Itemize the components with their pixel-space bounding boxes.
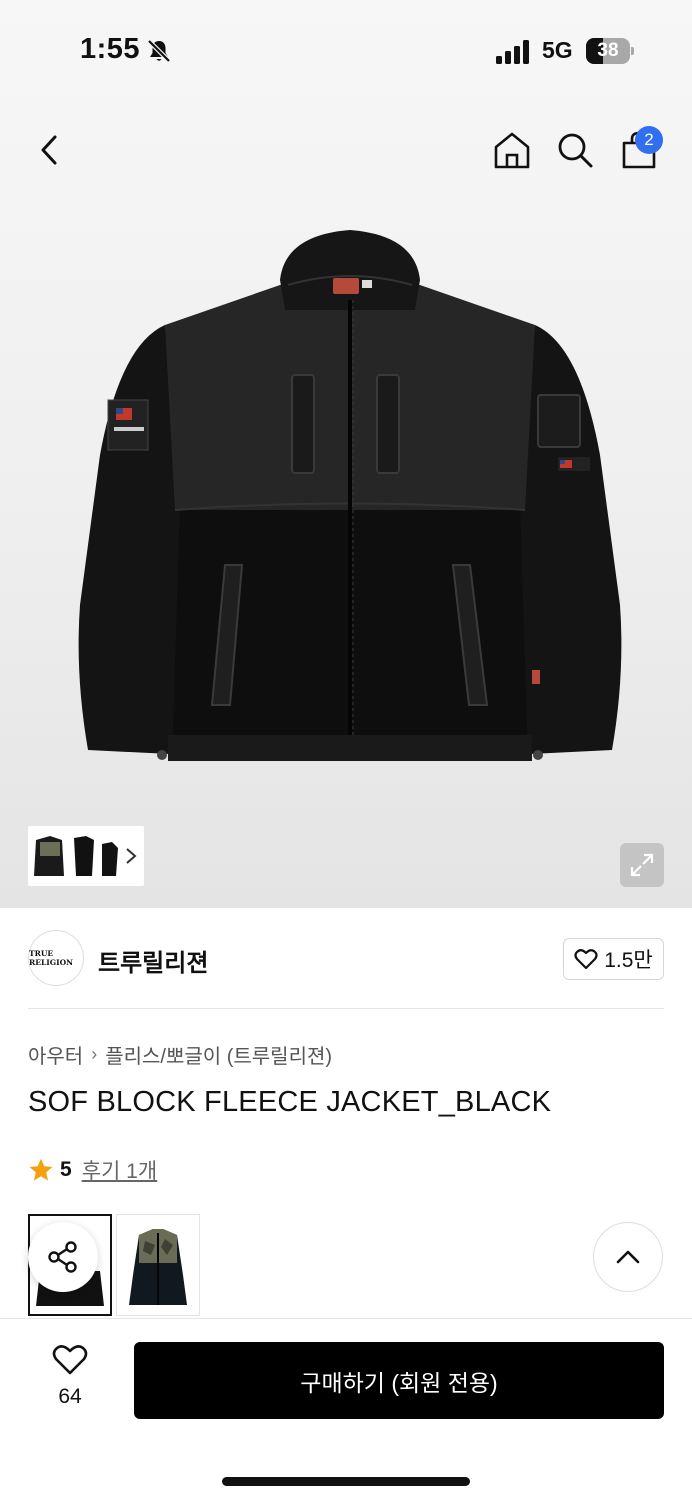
chevron-up-icon xyxy=(616,1250,640,1264)
heart-icon xyxy=(574,949,598,970)
battery-icon: 38 xyxy=(586,38,634,64)
chevron-right-icon xyxy=(126,848,137,864)
breadcrumb-category[interactable]: 아우터 xyxy=(28,1040,83,1069)
home-button[interactable] xyxy=(487,125,537,175)
wishlist-button[interactable]: 64 xyxy=(36,1344,104,1409)
review-link[interactable]: 후기 1개 xyxy=(82,1155,157,1185)
network-type: 5G xyxy=(542,37,573,63)
breadcrumb-subcategory[interactable]: 플리스/뽀글이 (트루릴리젼) xyxy=(105,1040,332,1069)
product-title: SOF BLOCK FLEECE JACKET_BLACK xyxy=(28,1086,552,1118)
brand-like-count: 1.5만 xyxy=(604,949,653,972)
brand-name[interactable]: 트루릴리젼 xyxy=(98,943,208,978)
search-icon xyxy=(558,133,593,168)
rating-score: 5 xyxy=(60,1158,72,1181)
status-time: 1:55 xyxy=(80,33,141,65)
heart-icon xyxy=(52,1345,88,1375)
buy-button[interactable]: 구매하기 (회원 전용) xyxy=(134,1342,664,1419)
scroll-top-button[interactable] xyxy=(593,1222,663,1292)
home-indicator xyxy=(222,1477,470,1486)
chevron-left-icon xyxy=(41,135,57,165)
divider xyxy=(28,1008,664,1009)
expand-icon xyxy=(630,853,654,877)
variant-image xyxy=(129,1229,187,1305)
signal-icon xyxy=(496,40,529,64)
gallery-thumbnail-images xyxy=(34,836,118,876)
star-icon xyxy=(29,1158,53,1181)
variant-thumbnail-camo[interactable] xyxy=(116,1214,200,1316)
rating-summary: 5 후기 1개 xyxy=(28,1155,157,1185)
brand-logo-text: TRUE RELIGION xyxy=(29,949,74,967)
search-button[interactable] xyxy=(550,125,600,175)
share-button[interactable] xyxy=(28,1222,98,1292)
wishlist-count: 64 xyxy=(58,1385,82,1408)
bell-muted-icon xyxy=(147,39,171,63)
home-icon xyxy=(494,132,530,169)
back-button[interactable] xyxy=(24,125,74,175)
share-icon xyxy=(48,1241,77,1273)
chevron-right-icon: › xyxy=(91,1044,98,1064)
brand-like-button[interactable]: 1.5만 xyxy=(563,938,664,980)
product-image[interactable] xyxy=(70,215,630,775)
cart-count-badge: 2 xyxy=(635,126,663,154)
battery-level: 38 xyxy=(597,40,619,61)
fullscreen-button[interactable] xyxy=(620,843,664,887)
status-bar: 1:55 5G 38 xyxy=(0,0,692,100)
gallery-thumbnails[interactable] xyxy=(28,826,144,886)
breadcrumb: 아우터 › 플리스/뽀글이 (트루릴리젼) xyxy=(28,1040,332,1069)
brand-logo[interactable]: TRUE RELIGION xyxy=(28,930,84,986)
